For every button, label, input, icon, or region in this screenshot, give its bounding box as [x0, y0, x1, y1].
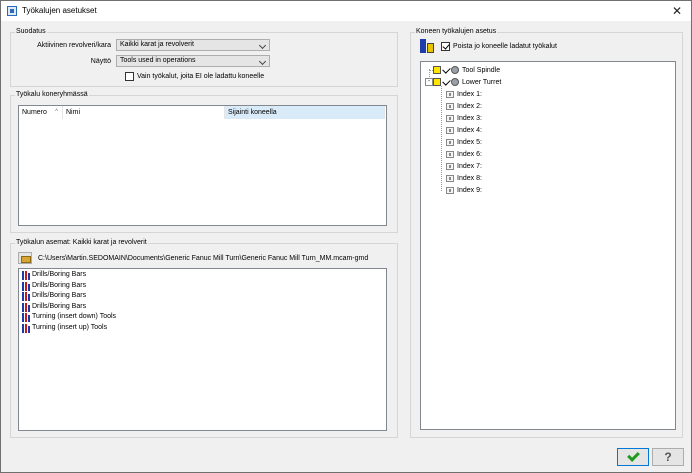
window-title: Työkalujen asetukset	[22, 6, 97, 15]
check-icon	[627, 449, 640, 462]
column-header-location[interactable]: Sijainti koneella	[225, 106, 385, 119]
collapse-icon[interactable]: -	[425, 78, 433, 86]
display-dropdown[interactable]: Tools used in operations	[116, 55, 270, 67]
spindle-tool-box-icon	[433, 66, 441, 74]
tree-node-index[interactable]: Index 7:	[457, 163, 482, 170]
tool-stations-list[interactable]: Drills/Boring Bars Drills/Boring Bars Dr…	[18, 268, 387, 431]
column-header-number-label: Numero	[22, 109, 47, 116]
display-label: Näyttö	[90, 58, 111, 65]
title-bar: Työkalujen asetukset ✕	[1, 1, 691, 21]
display-value: Tools used in operations	[120, 57, 196, 64]
machine-tool-icon[interactable]	[420, 39, 436, 53]
drill-tool-icon	[22, 281, 30, 291]
app-icon	[7, 6, 17, 16]
tree-node-index[interactable]: Index 3:	[457, 115, 482, 122]
turning-tool-icon	[22, 323, 30, 333]
tree-node-index[interactable]: Index 2:	[457, 103, 482, 110]
filter-group-label: Suodatus	[15, 28, 47, 35]
tree-node-index[interactable]: Index 4:	[457, 127, 482, 134]
active-turret-label: Aktiivinen revolveri/kara	[37, 42, 111, 49]
index-slot-icon	[446, 175, 454, 182]
index-slot-icon	[446, 187, 454, 194]
remove-loaded-checkbox[interactable]	[441, 42, 450, 51]
index-slot-icon	[446, 91, 454, 98]
tree-node-index[interactable]: Index 5:	[457, 139, 482, 146]
index-slot-icon	[446, 115, 454, 122]
tool-library-path: C:\Users\Martin.SEDOMAIN\Documents\Gener…	[38, 255, 369, 262]
tool-groups-list[interactable]: Numero ^ Nimi Sijainti koneella	[18, 105, 387, 226]
tree-node-index[interactable]: Index 6:	[457, 151, 482, 158]
tree-node-index[interactable]: Index 9:	[457, 187, 482, 194]
list-item-label: Drills/Boring Bars	[32, 271, 87, 278]
drill-tool-icon	[22, 292, 30, 301]
tree-node-tool-spindle[interactable]: Tool Spindle	[462, 67, 500, 74]
active-turret-value: Kaikki karat ja revolverit	[120, 41, 194, 48]
active-turret-dropdown[interactable]: Kaikki karat ja revolverit	[116, 39, 270, 51]
turret-tool-box-icon	[433, 78, 441, 86]
tree-node-index[interactable]: Index 1:	[457, 91, 482, 98]
list-item-label: Turning (insert up) Tools	[32, 323, 108, 331]
index-slot-icon	[446, 139, 454, 146]
spindle-icon	[451, 66, 459, 74]
index-slot-icon	[446, 163, 454, 170]
sort-ascending-icon: ^	[55, 109, 58, 115]
turret-check-icon	[442, 77, 451, 86]
unloaded-only-label: Vain työkalut, joita EI ole ladattu kone…	[137, 73, 265, 80]
tool-stations-label: Työkalun asemat: Kaikki karat ja revolve…	[15, 239, 148, 246]
chevron-down-icon	[258, 57, 267, 66]
index-slot-icon	[446, 103, 454, 110]
ok-button[interactable]	[617, 448, 649, 466]
turret-icon	[451, 78, 459, 86]
open-folder-button[interactable]	[18, 252, 32, 264]
index-slot-icon	[446, 127, 454, 134]
list-item-label: Drills/Boring Bars	[32, 292, 87, 299]
help-button[interactable]: ?	[652, 448, 684, 466]
list-item-label: Drills/Boring Bars	[32, 281, 87, 289]
drill-tool-icon	[22, 271, 30, 280]
unloaded-only-checkbox[interactable]	[125, 72, 134, 81]
turning-tool-icon	[22, 313, 30, 322]
tree-node-index[interactable]: Index 8:	[457, 175, 482, 182]
close-icon[interactable]: ✕	[669, 3, 685, 19]
index-slot-icon	[446, 151, 454, 158]
tree-node-lower-turret[interactable]: Lower Turret	[462, 79, 501, 86]
column-header-name[interactable]: Nimi	[63, 106, 225, 119]
help-icon: ?	[664, 450, 672, 464]
remove-loaded-label: Poista jo koneelle ladatut työkalut	[453, 43, 557, 50]
drill-tool-icon	[22, 302, 30, 312]
list-item-label: Drills/Boring Bars	[32, 302, 87, 310]
tool-settings-dialog: Työkalujen asetukset ✕ Suodatus Aktiivin…	[0, 0, 692, 473]
list-item-label: Turning (insert down) Tools	[32, 313, 117, 320]
column-header-number[interactable]: Numero ^	[19, 106, 63, 119]
tool-groups-label: Työkalu koneryhmässä	[15, 91, 89, 98]
machine-setup-label: Koneen työkalujen asetus	[415, 28, 498, 35]
chevron-down-icon	[258, 41, 267, 50]
tree-connector	[441, 86, 442, 191]
machine-tree[interactable]: Tool Spindle - Lower Turret Index 1: Ind…	[420, 61, 676, 430]
spindle-check-icon	[442, 65, 451, 74]
